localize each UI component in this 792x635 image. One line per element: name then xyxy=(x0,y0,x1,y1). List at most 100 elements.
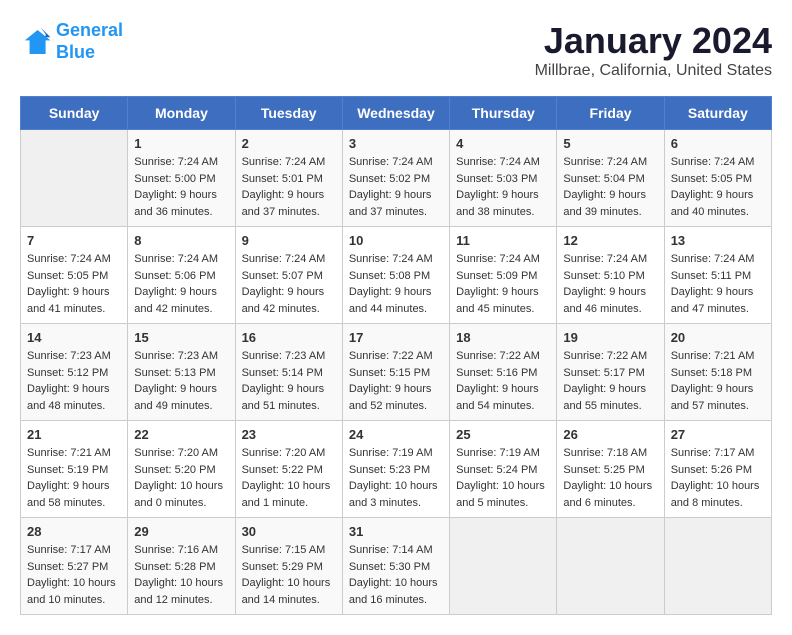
day-info: Sunrise: 7:20 AM Sunset: 5:20 PM Dayligh… xyxy=(134,445,228,511)
day-number: 19 xyxy=(563,330,657,345)
day-info: Sunrise: 7:18 AM Sunset: 5:25 PM Dayligh… xyxy=(563,445,657,511)
calendar-title: January 2024 xyxy=(535,20,772,62)
day-number: 12 xyxy=(563,233,657,248)
calendar-cell xyxy=(450,518,557,615)
col-thursday: Thursday xyxy=(450,97,557,130)
calendar-cell: 1Sunrise: 7:24 AM Sunset: 5:00 PM Daylig… xyxy=(128,130,235,227)
col-friday: Friday xyxy=(557,97,664,130)
calendar-cell: 10 Sunrise: 7:24 AM Sunset: 5:08 PM Dayli… xyxy=(342,227,449,324)
day-number: 4 xyxy=(456,136,550,151)
day-info: Sunrise: 7:24 AM Sunset: 5:05 PM Dayligh… xyxy=(671,154,765,220)
day-number: 10 xyxy=(349,233,443,248)
day-number: 22 xyxy=(134,427,228,442)
day-info: Sunrise: 7:24 AM Sunset: 5:07 PM Dayligh… xyxy=(242,251,336,317)
day-info: Sunrise: 7:23 AM Sunset: 5:12 PM Dayligh… xyxy=(27,348,121,414)
week-row-5: 28 Sunrise: 7:17 AM Sunset: 5:27 PM Dayli… xyxy=(21,518,772,615)
calendar-cell: 8 Sunrise: 7:24 AM Sunset: 5:06 PM Daylig… xyxy=(128,227,235,324)
day-number: 7 xyxy=(27,233,121,248)
day-number: 16 xyxy=(242,330,336,345)
day-info: Sunrise: 7:23 AM Sunset: 5:13 PM Dayligh… xyxy=(134,348,228,414)
day-number: 13 xyxy=(671,233,765,248)
day-info: Sunrise: 7:24 AM Sunset: 5:02 PM Dayligh… xyxy=(349,154,443,220)
day-number: 9 xyxy=(242,233,336,248)
calendar-cell: 31 Sunrise: 7:14 AM Sunset: 5:30 PM Dayli… xyxy=(342,518,449,615)
calendar-cell: 19 Sunrise: 7:22 AM Sunset: 5:17 PM Dayli… xyxy=(557,324,664,421)
day-info: Sunrise: 7:19 AM Sunset: 5:24 PM Dayligh… xyxy=(456,445,550,511)
col-monday: Monday xyxy=(128,97,235,130)
day-info: Sunrise: 7:21 AM Sunset: 5:19 PM Dayligh… xyxy=(27,445,121,511)
day-info: Sunrise: 7:20 AM Sunset: 5:22 PM Dayligh… xyxy=(242,445,336,511)
calendar-cell: 2 Sunrise: 7:24 AM Sunset: 5:01 PM Daylig… xyxy=(235,130,342,227)
calendar-cell: 14 Sunrise: 7:23 AM Sunset: 5:12 PM Dayli… xyxy=(21,324,128,421)
week-row-4: 21Sunrise: 7:21 AM Sunset: 5:19 PM Dayli… xyxy=(21,421,772,518)
day-info: Sunrise: 7:24 AM Sunset: 5:08 PM Dayligh… xyxy=(349,251,443,317)
day-info: Sunrise: 7:24 AM Sunset: 5:05 PM Dayligh… xyxy=(27,251,121,317)
day-info: Sunrise: 7:17 AM Sunset: 5:26 PM Dayligh… xyxy=(671,445,765,511)
calendar-table: Sunday Monday Tuesday Wednesday Thursday… xyxy=(20,96,772,615)
calendar-cell: 18Sunrise: 7:22 AM Sunset: 5:16 PM Dayli… xyxy=(450,324,557,421)
day-number: 28 xyxy=(27,524,121,539)
col-tuesday: Tuesday xyxy=(235,97,342,130)
day-number: 15 xyxy=(134,330,228,345)
calendar-cell: 25 Sunrise: 7:19 AM Sunset: 5:24 PM Dayli… xyxy=(450,421,557,518)
calendar-cell: 7 Sunrise: 7:24 AM Sunset: 5:05 PM Daylig… xyxy=(21,227,128,324)
day-info: Sunrise: 7:17 AM Sunset: 5:27 PM Dayligh… xyxy=(27,542,121,608)
calendar-cell: 16 Sunrise: 7:23 AM Sunset: 5:14 PM Dayli… xyxy=(235,324,342,421)
day-info: Sunrise: 7:22 AM Sunset: 5:15 PM Dayligh… xyxy=(349,348,443,414)
logo-text: General Blue xyxy=(56,20,123,63)
calendar-cell: 17 Sunrise: 7:22 AM Sunset: 5:15 PM Dayli… xyxy=(342,324,449,421)
calendar-cell: 30Sunrise: 7:15 AM Sunset: 5:29 PM Dayli… xyxy=(235,518,342,615)
title-section: January 2024 Millbrae, California, Unite… xyxy=(535,20,772,80)
day-number: 24 xyxy=(349,427,443,442)
calendar-cell: 11Sunrise: 7:24 AM Sunset: 5:09 PM Dayli… xyxy=(450,227,557,324)
calendar-cell: 26 Sunrise: 7:18 AM Sunset: 5:25 PM Dayli… xyxy=(557,421,664,518)
week-row-1: 1Sunrise: 7:24 AM Sunset: 5:00 PM Daylig… xyxy=(21,130,772,227)
day-info: Sunrise: 7:24 AM Sunset: 5:09 PM Dayligh… xyxy=(456,251,550,317)
day-info: Sunrise: 7:24 AM Sunset: 5:03 PM Dayligh… xyxy=(456,154,550,220)
header-row: Sunday Monday Tuesday Wednesday Thursday… xyxy=(21,97,772,130)
week-row-2: 7 Sunrise: 7:24 AM Sunset: 5:05 PM Daylig… xyxy=(21,227,772,324)
calendar-cell: 29Sunrise: 7:16 AM Sunset: 5:28 PM Dayli… xyxy=(128,518,235,615)
calendar-cell: 4 Sunrise: 7:24 AM Sunset: 5:03 PM Daylig… xyxy=(450,130,557,227)
day-number: 2 xyxy=(242,136,336,151)
day-info: Sunrise: 7:21 AM Sunset: 5:18 PM Dayligh… xyxy=(671,348,765,414)
day-number: 30 xyxy=(242,524,336,539)
day-info: Sunrise: 7:22 AM Sunset: 5:17 PM Dayligh… xyxy=(563,348,657,414)
day-number: 31 xyxy=(349,524,443,539)
header: General Blue January 2024 Millbrae, Cali… xyxy=(20,20,772,80)
week-row-3: 14 Sunrise: 7:23 AM Sunset: 5:12 PM Dayli… xyxy=(21,324,772,421)
day-number: 25 xyxy=(456,427,550,442)
day-number: 23 xyxy=(242,427,336,442)
day-info: Sunrise: 7:24 AM Sunset: 5:01 PM Dayligh… xyxy=(242,154,336,220)
calendar-cell: 23 Sunrise: 7:20 AM Sunset: 5:22 PM Dayli… xyxy=(235,421,342,518)
calendar-cell: 3 Sunrise: 7:24 AM Sunset: 5:02 PM Daylig… xyxy=(342,130,449,227)
day-number: 3 xyxy=(349,136,443,151)
calendar-cell: 28 Sunrise: 7:17 AM Sunset: 5:27 PM Dayli… xyxy=(21,518,128,615)
day-info: Sunrise: 7:24 AM Sunset: 5:11 PM Dayligh… xyxy=(671,251,765,317)
day-number: 5 xyxy=(563,136,657,151)
day-info: Sunrise: 7:16 AM Sunset: 5:28 PM Dayligh… xyxy=(134,542,228,608)
day-info: Sunrise: 7:24 AM Sunset: 5:10 PM Dayligh… xyxy=(563,251,657,317)
day-info: Sunrise: 7:24 AM Sunset: 5:06 PM Dayligh… xyxy=(134,251,228,317)
col-wednesday: Wednesday xyxy=(342,97,449,130)
day-number: 6 xyxy=(671,136,765,151)
calendar-cell xyxy=(21,130,128,227)
calendar-cell: 20Sunrise: 7:21 AM Sunset: 5:18 PM Dayli… xyxy=(664,324,771,421)
calendar-cell xyxy=(664,518,771,615)
day-number: 17 xyxy=(349,330,443,345)
calendar-cell xyxy=(557,518,664,615)
calendar-subtitle: Millbrae, California, United States xyxy=(535,62,772,80)
calendar-cell: 5Sunrise: 7:24 AM Sunset: 5:04 PM Daylig… xyxy=(557,130,664,227)
day-number: 26 xyxy=(563,427,657,442)
day-number: 8 xyxy=(134,233,228,248)
day-info: Sunrise: 7:14 AM Sunset: 5:30 PM Dayligh… xyxy=(349,542,443,608)
day-number: 27 xyxy=(671,427,765,442)
day-number: 14 xyxy=(27,330,121,345)
day-info: Sunrise: 7:23 AM Sunset: 5:14 PM Dayligh… xyxy=(242,348,336,414)
day-number: 18 xyxy=(456,330,550,345)
calendar-cell: 12 Sunrise: 7:24 AM Sunset: 5:10 PM Dayli… xyxy=(557,227,664,324)
calendar-cell: 9 Sunrise: 7:24 AM Sunset: 5:07 PM Daylig… xyxy=(235,227,342,324)
col-sunday: Sunday xyxy=(21,97,128,130)
calendar-cell: 6 Sunrise: 7:24 AM Sunset: 5:05 PM Daylig… xyxy=(664,130,771,227)
logo-icon xyxy=(20,26,52,58)
